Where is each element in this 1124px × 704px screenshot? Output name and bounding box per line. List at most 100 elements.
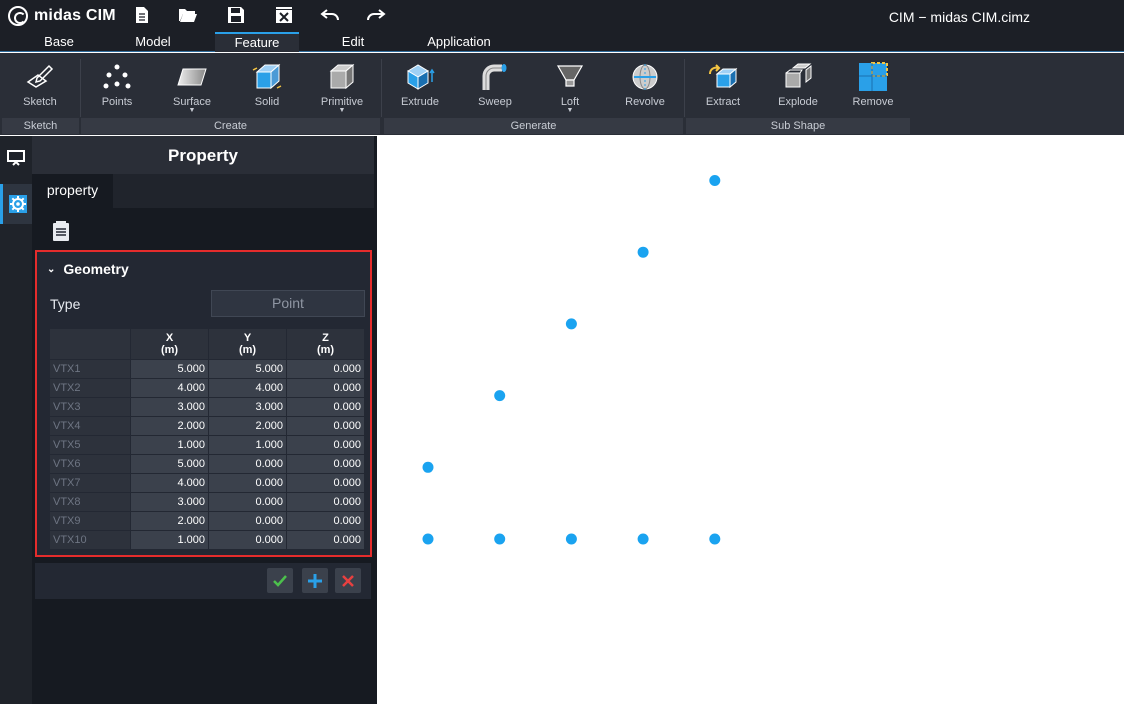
column-z-unit: (m)	[316, 344, 335, 356]
solid-button[interactable]: Solid	[232, 61, 302, 121]
cell-z[interactable]: 0.000	[286, 416, 365, 436]
geometry-header[interactable]: ⌄ Geometry	[47, 261, 129, 277]
vertex-point[interactable]	[709, 533, 721, 545]
ribbon-separator	[80, 59, 81, 117]
cell-x[interactable]: 4.000	[130, 378, 209, 398]
viewport-canvas[interactable]	[377, 136, 1124, 704]
apply-button[interactable]	[267, 568, 293, 593]
table-corner-header	[49, 328, 131, 360]
add-button[interactable]	[302, 568, 328, 593]
property-panel-button[interactable]	[0, 184, 32, 224]
cell-x[interactable]: 1.000	[130, 530, 209, 550]
group-label-generate: Generate	[384, 118, 683, 134]
remove-label: Remove	[852, 96, 894, 108]
extract-button[interactable]: Extract	[688, 61, 758, 121]
explode-icon	[782, 61, 814, 93]
surface-button[interactable]: Surface ▼	[157, 61, 227, 121]
table-header-row: X (m) Y (m) Z (m)	[49, 328, 365, 360]
surface-dropdown-icon[interactable]: ▼	[157, 107, 227, 114]
cell-x[interactable]: 2.000	[130, 416, 209, 436]
redo-icon[interactable]	[364, 4, 388, 26]
tab-application[interactable]: Application	[414, 32, 504, 52]
cancel-button[interactable]	[335, 568, 361, 593]
model-viewport[interactable]	[377, 136, 1124, 704]
cell-z[interactable]: 0.000	[286, 530, 365, 550]
tab-feature[interactable]: Feature	[215, 32, 299, 52]
extrude-button[interactable]: Extrude	[385, 61, 455, 121]
remove-icon	[857, 61, 889, 93]
table-row: VTX1 5.000 5.000 0.000	[49, 359, 365, 379]
row-label: VTX6	[49, 454, 131, 474]
vertex-point[interactable]	[494, 390, 506, 402]
cell-x[interactable]: 5.000	[130, 359, 209, 379]
extract-label: Extract	[705, 96, 741, 108]
loft-button[interactable]: Loft ▼	[535, 61, 605, 121]
cell-z[interactable]: 0.000	[286, 492, 365, 512]
cell-y[interactable]: 0.000	[208, 511, 287, 531]
cell-z[interactable]: 0.000	[286, 473, 365, 493]
tab-model[interactable]: Model	[118, 32, 188, 52]
explode-button[interactable]: Explode	[763, 61, 833, 121]
close-file-icon[interactable]	[272, 4, 296, 26]
save-icon[interactable]	[224, 4, 248, 26]
cell-y[interactable]: 4.000	[208, 378, 287, 398]
undo-icon[interactable]	[318, 4, 342, 26]
file-new-icon[interactable]	[130, 4, 154, 26]
cell-x[interactable]: 3.000	[130, 397, 209, 417]
revolve-button[interactable]: Revolve	[610, 61, 680, 121]
loft-dropdown-icon[interactable]: ▼	[535, 107, 605, 114]
table-row: VTX9 2.000 0.000 0.000	[49, 511, 365, 531]
vertex-point[interactable]	[637, 533, 649, 545]
vertex-point[interactable]	[637, 246, 649, 258]
vertex-point[interactable]	[422, 533, 434, 545]
vertex-point[interactable]	[422, 461, 434, 473]
cell-z[interactable]: 0.000	[286, 435, 365, 455]
vertex-point[interactable]	[494, 533, 506, 545]
menu-bar: Base Model Feature Edit Application	[0, 32, 1124, 52]
cell-y[interactable]: 5.000	[208, 359, 287, 379]
cell-z[interactable]: 0.000	[286, 511, 365, 531]
cell-y[interactable]: 0.000	[208, 492, 287, 512]
row-label: VTX9	[49, 511, 131, 531]
cell-x[interactable]: 1.000	[130, 435, 209, 455]
tab-property[interactable]: property	[32, 174, 113, 208]
workspace-view-button[interactable]	[0, 138, 32, 178]
vertex-point[interactable]	[565, 318, 577, 330]
cell-y[interactable]: 3.000	[208, 397, 287, 417]
gear-icon	[8, 195, 27, 213]
cell-z[interactable]: 0.000	[286, 378, 365, 398]
document-icon[interactable]	[50, 220, 72, 242]
cell-z[interactable]: 0.000	[286, 359, 365, 379]
primitive-dropdown-icon[interactable]: ▼	[307, 107, 377, 114]
cell-x[interactable]: 5.000	[130, 454, 209, 474]
cell-z[interactable]: 0.000	[286, 397, 365, 417]
panel-action-bar	[35, 563, 371, 599]
cell-z[interactable]: 0.000	[286, 454, 365, 474]
vertex-point[interactable]	[709, 175, 721, 186]
cell-x[interactable]: 2.000	[130, 511, 209, 531]
remove-button[interactable]: Remove	[838, 61, 908, 121]
primitive-button[interactable]: Primitive ▼	[307, 61, 377, 121]
cell-y[interactable]: 2.000	[208, 416, 287, 436]
solid-label: Solid	[254, 96, 280, 108]
tab-base[interactable]: Base	[24, 32, 94, 52]
close-icon	[342, 574, 354, 587]
points-button[interactable]: Points	[82, 61, 152, 121]
folder-open-icon[interactable]	[176, 4, 200, 26]
column-header-z: Z (m)	[286, 328, 365, 360]
cell-y[interactable]: 0.000	[208, 454, 287, 474]
tab-edit[interactable]: Edit	[318, 32, 388, 52]
vertex-point[interactable]	[565, 533, 577, 545]
row-label: VTX7	[49, 473, 131, 493]
logo-text: midas CIM	[34, 7, 116, 24]
sketch-button[interactable]: Sketch	[5, 61, 75, 121]
cell-y[interactable]: 1.000	[208, 435, 287, 455]
app-logo: midas CIM	[8, 5, 116, 27]
cell-x[interactable]: 3.000	[130, 492, 209, 512]
table-row: VTX8 3.000 0.000 0.000	[49, 492, 365, 512]
sweep-button[interactable]: Sweep	[460, 61, 530, 121]
cell-y[interactable]: 0.000	[208, 473, 287, 493]
cell-x[interactable]: 4.000	[130, 473, 209, 493]
geometry-title: Geometry	[63, 261, 129, 277]
cell-y[interactable]: 0.000	[208, 530, 287, 550]
